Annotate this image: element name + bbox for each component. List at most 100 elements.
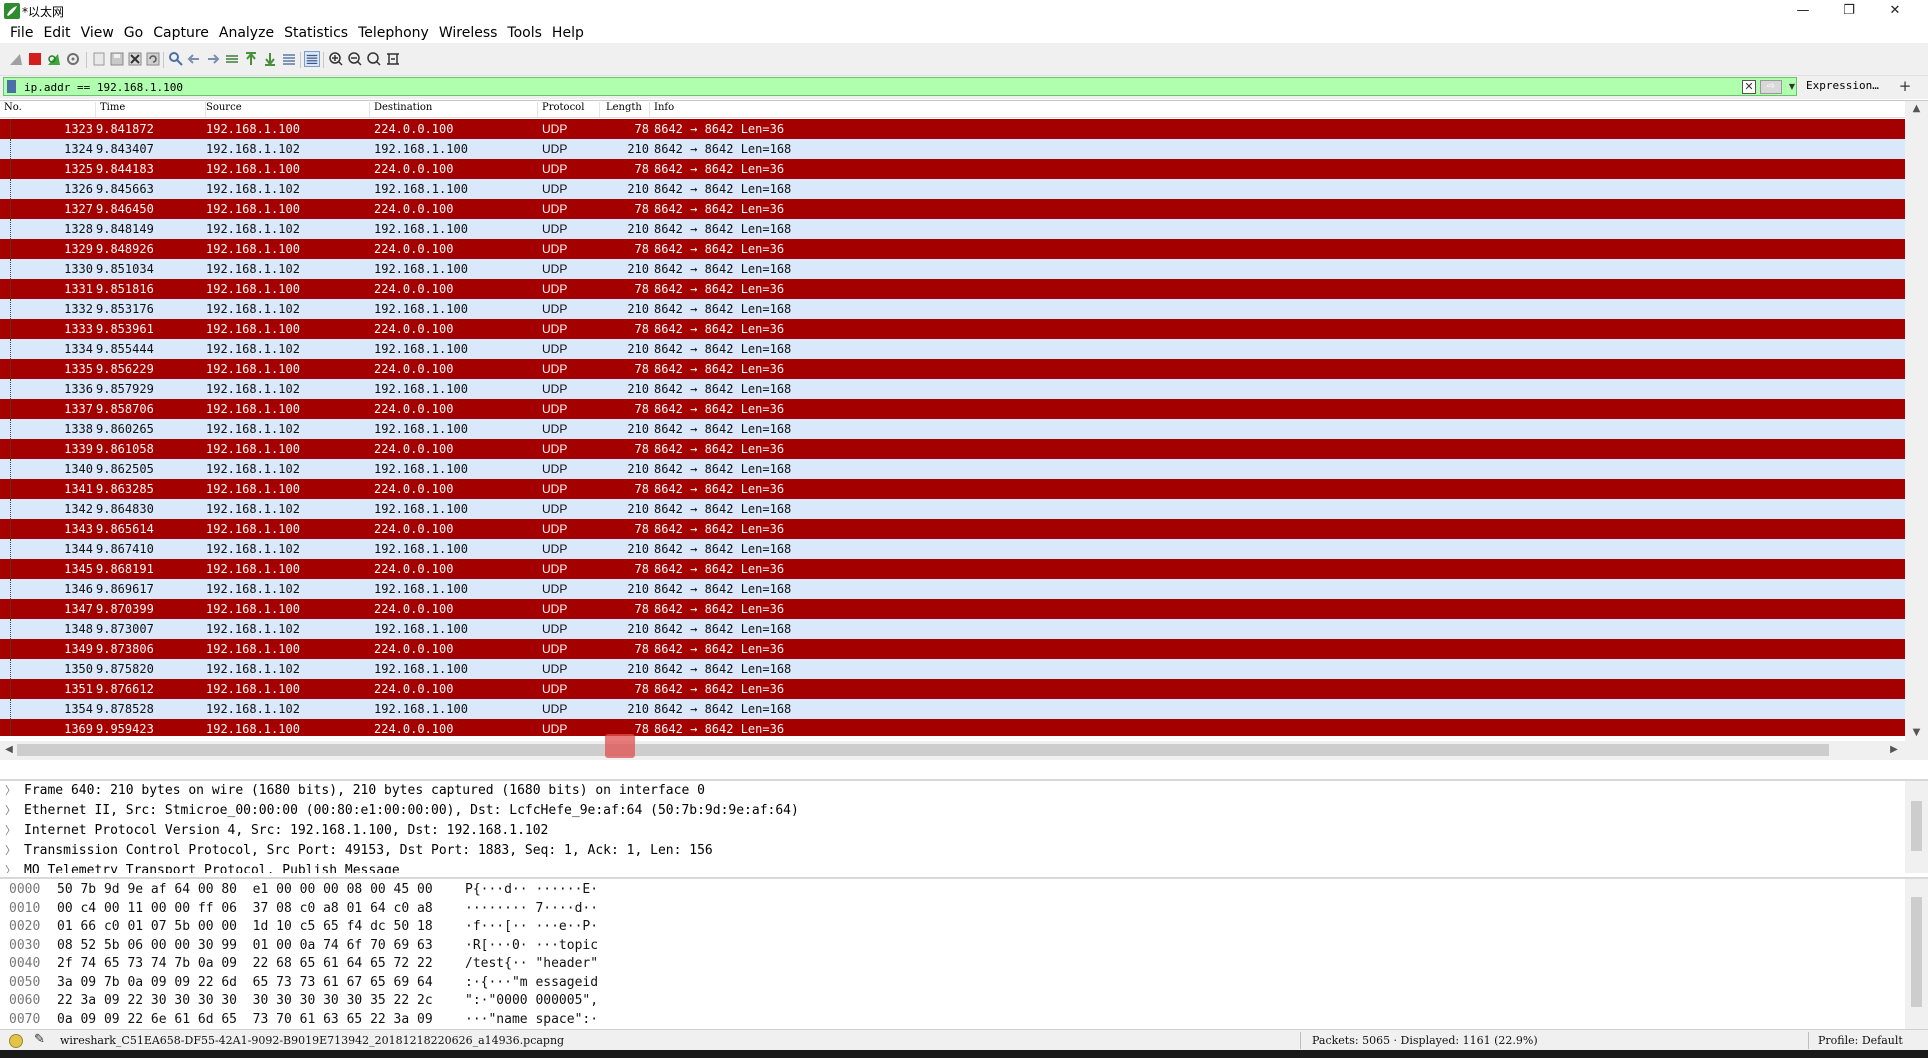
table-row[interactable]: 1327 9.846450 192.168.1.100 224.0.0.100 UDP 7… bbox=[0, 199, 1905, 219]
display-filter-field[interactable]: ✕ ⇨ ▼ bbox=[3, 77, 1797, 96]
table-row[interactable]: 1334 9.855444 192.168.1.102 192.168.1.100 UD… bbox=[0, 339, 1905, 359]
toolbar-separator bbox=[163, 52, 164, 68]
table-row[interactable]: 1329 9.848926 192.168.1.100 224.0.0.100 UDP 7… bbox=[0, 239, 1905, 259]
profile-status[interactable]: Profile: Default bbox=[1818, 1034, 1903, 1047]
column-header-protocol[interactable]: Protocol bbox=[538, 102, 600, 117]
table-row[interactable]: 1328 9.848149 192.168.1.102 192.168.1.100 UD… bbox=[0, 219, 1905, 239]
close-file-icon[interactable] bbox=[127, 51, 143, 67]
table-row[interactable]: 1336 9.857929 192.168.1.102 192.168.1.100 UD… bbox=[0, 379, 1905, 399]
table-row[interactable]: 1348 9.873007 192.168.1.102 192.168.1.100 UD… bbox=[0, 619, 1905, 639]
find-packet-icon[interactable] bbox=[168, 51, 184, 67]
column-header-length[interactable]: Length bbox=[602, 102, 650, 117]
table-row[interactable]: 1331 9.851816 192.168.1.100 224.0.0.100 UDP 7… bbox=[0, 279, 1905, 299]
menu-analyze[interactable]: Analyze bbox=[215, 22, 280, 43]
clear-filter-icon[interactable]: ✕ bbox=[1742, 80, 1756, 94]
expand-arrow-icon[interactable]: 〉 bbox=[5, 841, 17, 861]
menu-file[interactable]: File bbox=[6, 22, 39, 43]
table-row[interactable]: 1338 9.860265 192.168.1.102 192.168.1.100 UD… bbox=[0, 419, 1905, 439]
auto-scroll-icon[interactable] bbox=[281, 51, 297, 67]
first-packet-icon[interactable] bbox=[243, 51, 259, 67]
zoom-in-icon[interactable] bbox=[328, 51, 344, 67]
save-icon[interactable] bbox=[109, 51, 125, 67]
vertical-scroll-thumb[interactable] bbox=[1911, 897, 1922, 1007]
shark-fin-start-icon[interactable] bbox=[8, 51, 24, 67]
table-row[interactable]: 1339 9.861058 192.168.1.100 224.0.0.100 UDP 7… bbox=[0, 439, 1905, 459]
reload-icon[interactable] bbox=[145, 51, 161, 67]
stop-icon[interactable] bbox=[27, 51, 43, 67]
close-button[interactable]: ✕ bbox=[1872, 0, 1918, 22]
go-forward-icon[interactable] bbox=[205, 51, 221, 67]
normal-size-icon[interactable] bbox=[366, 51, 382, 67]
column-header-info[interactable]: Info bbox=[650, 102, 1905, 117]
column-header-destination[interactable]: Destination bbox=[370, 102, 538, 117]
minimize-button[interactable]: — bbox=[1780, 0, 1826, 22]
menu-edit[interactable]: Edit bbox=[39, 22, 76, 43]
maximize-button[interactable]: ❐ bbox=[1826, 0, 1872, 22]
packet-details-vertical-scrollbar[interactable] bbox=[1905, 781, 1928, 873]
packet-bytes-vertical-scrollbar[interactable] bbox=[1905, 879, 1928, 1029]
table-row[interactable]: 1332 9.853176 192.168.1.102 192.168.1.100 UD… bbox=[0, 299, 1905, 319]
scroll-right-icon[interactable]: ▶ bbox=[1888, 744, 1900, 756]
table-row[interactable]: 1347 9.870399 192.168.1.100 224.0.0.100 UDP 7… bbox=[0, 599, 1905, 619]
zoom-out-icon[interactable] bbox=[347, 51, 363, 67]
table-row[interactable]: 1346 9.869617 192.168.1.102 192.168.1.100 UD… bbox=[0, 579, 1905, 599]
scroll-up-icon[interactable]: ▲ bbox=[1911, 103, 1922, 115]
column-header-time[interactable]: Time bbox=[96, 102, 206, 117]
scroll-down-icon[interactable]: ▼ bbox=[1911, 727, 1922, 739]
packet-list-horizontal-scrollbar[interactable]: ◀ ▶ bbox=[0, 741, 1905, 760]
column-header-source[interactable]: Source bbox=[202, 102, 370, 117]
menu-wireless[interactable]: Wireless bbox=[435, 22, 504, 43]
table-row[interactable]: 1337 9.858706 192.168.1.100 224.0.0.100 UDP 7… bbox=[0, 399, 1905, 419]
table-row[interactable]: 1325 9.844183 192.168.1.100 224.0.0.100 UDP 7… bbox=[0, 159, 1905, 179]
go-to-packet-icon[interactable] bbox=[224, 51, 240, 67]
open-file-icon[interactable] bbox=[91, 51, 107, 67]
table-row[interactable]: 1323 9.841872 192.168.1.100 224.0.0.100 UDP 7… bbox=[0, 119, 1905, 139]
menu-capture[interactable]: Capture bbox=[149, 22, 215, 43]
table-row[interactable]: 1330 9.851034 192.168.1.102 192.168.1.100 UD… bbox=[0, 259, 1905, 279]
table-row[interactable]: 1354 9.878528 192.168.1.102 192.168.1.100 UD… bbox=[0, 699, 1905, 719]
table-row[interactable]: 1341 9.863285 192.168.1.100 224.0.0.100 UDP 7… bbox=[0, 479, 1905, 499]
menu-telephony[interactable]: Telephony bbox=[354, 22, 435, 43]
last-packet-icon[interactable] bbox=[262, 51, 278, 67]
expand-arrow-icon[interactable]: 〉 bbox=[5, 781, 17, 801]
capture-comment-icon[interactable]: ✎ bbox=[34, 1032, 45, 1047]
menu-go[interactable]: Go bbox=[120, 22, 149, 43]
table-row[interactable]: 1351 9.876612 192.168.1.100 224.0.0.100 UDP 7… bbox=[0, 679, 1905, 699]
table-row[interactable]: 1344 9.867410 192.168.1.102 192.168.1.100 UD… bbox=[0, 539, 1905, 559]
resize-columns-icon[interactable] bbox=[385, 51, 401, 67]
horizontal-scroll-thumb[interactable] bbox=[17, 744, 1829, 756]
bookmark-icon[interactable] bbox=[7, 80, 16, 93]
table-row[interactable]: 1343 9.865614 192.168.1.100 224.0.0.100 UDP 7… bbox=[0, 519, 1905, 539]
expand-arrow-icon[interactable]: 〉 bbox=[5, 861, 17, 873]
apply-filter-icon[interactable]: ⇨ bbox=[1760, 80, 1782, 94]
column-header-no[interactable]: No. bbox=[0, 102, 96, 117]
table-row[interactable]: 1326 9.845663 192.168.1.102 192.168.1.100 UD… bbox=[0, 179, 1905, 199]
table-row[interactable]: 1345 9.868191 192.168.1.100 224.0.0.100 UDP 7… bbox=[0, 559, 1905, 579]
display-filter-input[interactable] bbox=[24, 79, 1724, 95]
vertical-scroll-thumb[interactable] bbox=[1911, 801, 1922, 851]
table-row[interactable]: 1340 9.862505 192.168.1.102 192.168.1.100 UD… bbox=[0, 459, 1905, 479]
table-row[interactable]: 1333 9.853961 192.168.1.100 224.0.0.100 UDP 7… bbox=[0, 319, 1905, 339]
table-row[interactable]: 1324 9.843407 192.168.1.102 192.168.1.100 UD… bbox=[0, 139, 1905, 159]
table-row[interactable]: 1335 9.856229 192.168.1.100 224.0.0.100 UDP 7… bbox=[0, 359, 1905, 379]
scroll-left-icon[interactable]: ◀ bbox=[3, 744, 15, 756]
menu-tools[interactable]: Tools bbox=[503, 22, 548, 43]
table-row[interactable]: 1369 9.959423 192.168.1.100 224.0.0.100 UDP 7… bbox=[0, 719, 1905, 736]
expert-info-status-icon[interactable] bbox=[9, 1034, 23, 1048]
table-row[interactable]: 1342 9.864830 192.168.1.102 192.168.1.100 UD… bbox=[0, 499, 1905, 519]
expand-arrow-icon[interactable]: 〉 bbox=[5, 821, 17, 841]
expression-button[interactable]: Expression… bbox=[1806, 79, 1879, 92]
menu-view[interactable]: View bbox=[77, 22, 120, 43]
options-gear-icon[interactable] bbox=[65, 51, 81, 67]
go-back-icon[interactable] bbox=[186, 51, 202, 67]
colorize-icon[interactable] bbox=[304, 51, 320, 67]
add-filter-button[interactable]: + bbox=[1897, 77, 1913, 95]
packet-list-vertical-scrollbar[interactable]: ▲ ▼ bbox=[1905, 101, 1928, 760]
table-row[interactable]: 1350 9.875820 192.168.1.102 192.168.1.100 UD… bbox=[0, 659, 1905, 679]
table-row[interactable]: 1349 9.873806 192.168.1.100 224.0.0.100 UDP 7… bbox=[0, 639, 1905, 659]
filter-history-dropdown-icon[interactable]: ▼ bbox=[1786, 80, 1798, 94]
menu-help[interactable]: Help bbox=[548, 22, 590, 43]
restart-icon[interactable] bbox=[46, 51, 62, 67]
expand-arrow-icon[interactable]: 〉 bbox=[5, 801, 17, 821]
menu-statistics[interactable]: Statistics bbox=[280, 22, 354, 43]
